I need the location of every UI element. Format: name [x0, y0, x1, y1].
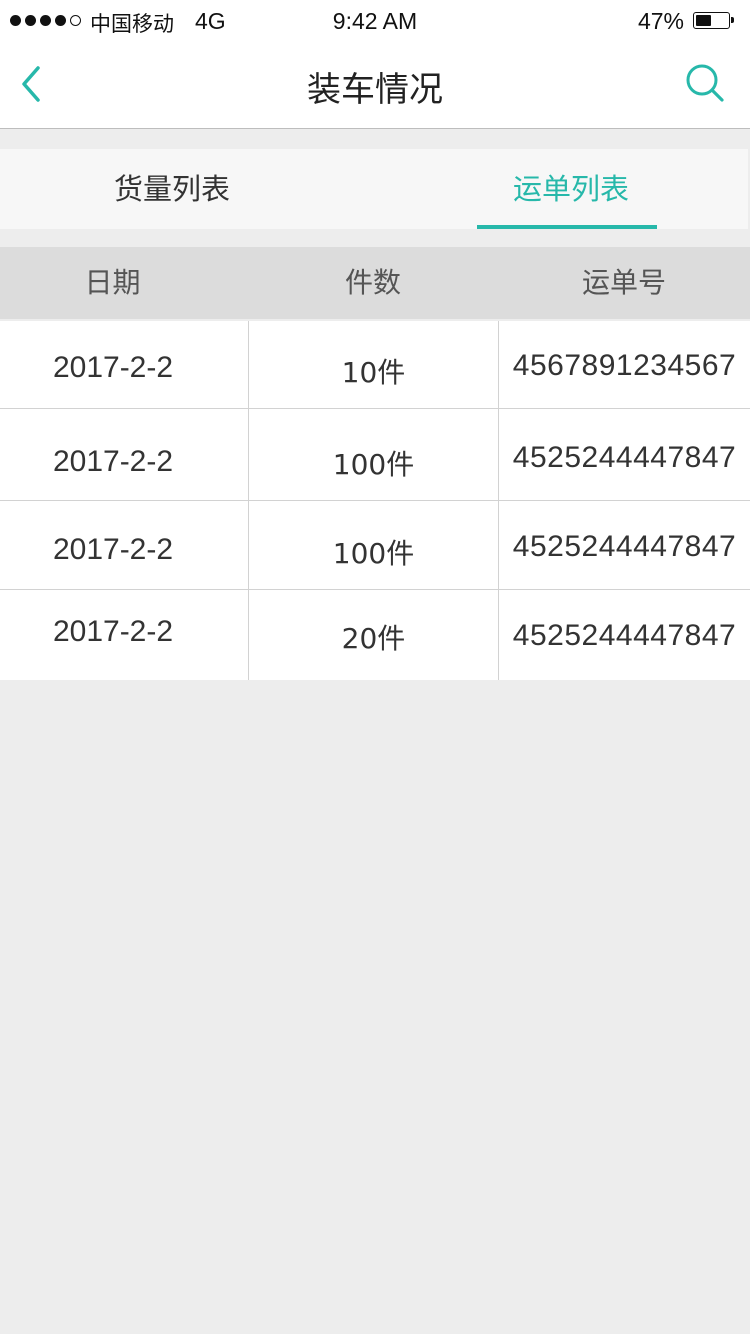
column-header-waybill: 运单号	[581, 266, 666, 299]
column-header-count: 件数	[344, 266, 401, 299]
cell-count: 20件	[248, 590, 498, 680]
tab-waybill-list[interactable]: 运单列表	[374, 149, 748, 229]
table-row[interactable]: 2017-2-2 20件 4525244447847	[0, 590, 750, 680]
table-header: 日期 件数 运单号	[0, 247, 750, 319]
tab-bar: 货量列表 运单列表	[0, 149, 748, 229]
battery-level-fill	[696, 15, 711, 26]
waybill-number-text: 4567891234567	[512, 349, 737, 382]
count-text: 20件	[341, 622, 406, 655]
cell-waybill: 4525244447847	[498, 409, 750, 500]
count-text: 10件	[341, 356, 406, 389]
cell-waybill: 4525244447847	[498, 590, 750, 680]
cell-date: 2017-2-2	[0, 321, 226, 408]
column-header-date: 日期	[84, 266, 141, 299]
date-text: 2017-2-2	[52, 615, 174, 648]
page-title: 装车情况	[307, 70, 443, 110]
cell-count: 10件	[248, 321, 498, 408]
cell-date: 2017-2-2	[0, 409, 226, 500]
status-bar: 中国移动 4G 9:42 AM 47%	[0, 0, 750, 44]
search-button[interactable]	[684, 62, 728, 106]
date-text: 2017-2-2	[52, 533, 174, 566]
cell-waybill: 4525244447847	[498, 501, 750, 589]
cell-date: 2017-2-2	[0, 590, 226, 680]
battery-percent: 47%	[637, 8, 684, 34]
search-icon	[686, 64, 724, 102]
count-text: 100件	[332, 537, 415, 570]
cell-waybill: 4567891234567	[498, 321, 750, 408]
waybill-number-text: 4525244447847	[512, 530, 737, 563]
table-row[interactable]: 2017-2-2 100件 4525244447847	[0, 409, 750, 501]
battery-icon	[693, 12, 734, 29]
tab-cargo-list[interactable]: 货量列表	[0, 149, 374, 229]
active-tab-indicator	[477, 225, 657, 229]
table-row[interactable]: 2017-2-2 10件 4567891234567	[0, 321, 750, 409]
cell-date: 2017-2-2	[0, 501, 226, 589]
count-text: 100件	[332, 448, 415, 481]
waybill-table: 2017-2-2 10件 4567891234567 2017-2-2 100件…	[0, 321, 750, 680]
cell-count: 100件	[248, 409, 498, 500]
table-row[interactable]: 2017-2-2 100件 4525244447847	[0, 501, 750, 590]
navigation-bar: 装车情况	[0, 44, 750, 129]
chevron-left-icon	[22, 66, 40, 102]
back-button[interactable]	[16, 62, 52, 106]
date-text: 2017-2-2	[52, 445, 174, 478]
waybill-number-text: 4525244447847	[512, 619, 737, 652]
date-text: 2017-2-2	[52, 351, 174, 384]
waybill-number-text: 4525244447847	[512, 441, 737, 474]
cell-count: 100件	[248, 501, 498, 589]
